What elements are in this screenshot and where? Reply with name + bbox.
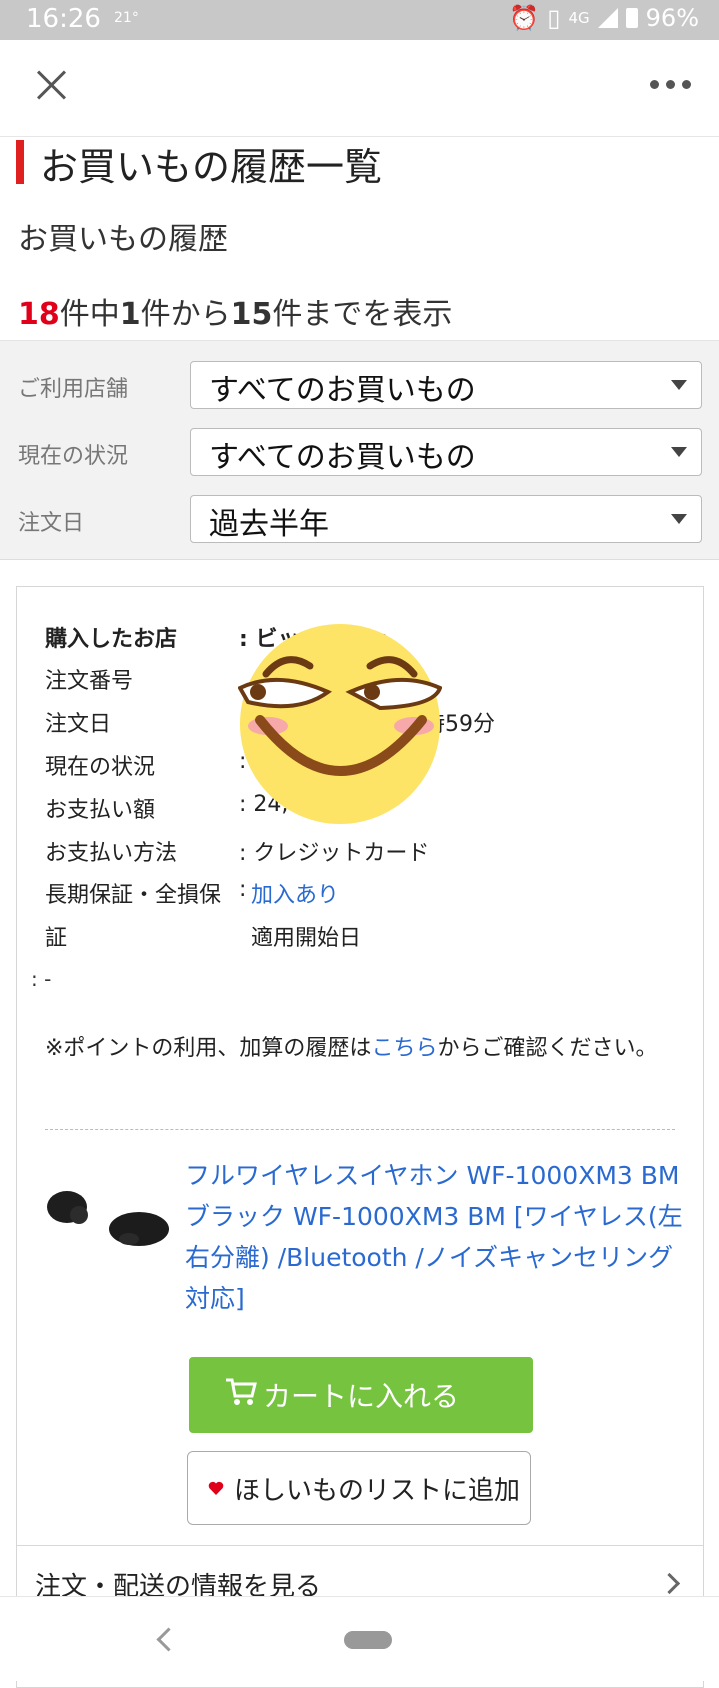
smiley-sticker bbox=[238, 624, 442, 824]
warranty-start-value: : - bbox=[31, 967, 52, 991]
filter-date-select[interactable]: 過去半年 bbox=[190, 495, 702, 543]
status-time: 16:26 bbox=[26, 4, 101, 34]
filter-date-label: 注文日 bbox=[18, 511, 85, 536]
points-history-link[interactable]: こちら bbox=[371, 1036, 437, 1061]
order-number-label: 注文番号 bbox=[45, 669, 134, 694]
warranty-colon: : bbox=[239, 877, 247, 902]
battery-level: 96% bbox=[645, 4, 699, 32]
page-title: お買いもの履歴一覧 bbox=[40, 145, 383, 189]
note-text: ※ポイントの利用、加算の履歴は bbox=[45, 1036, 372, 1061]
heart-icon bbox=[208, 1481, 224, 1495]
back-icon[interactable] bbox=[156, 1627, 181, 1652]
filter-store-row: ご利用店舗 すべてのお買いもの bbox=[0, 361, 719, 411]
alarm-icon: ⏰ bbox=[509, 4, 540, 32]
status-icons: ⏰ ▯ 4G 96% bbox=[509, 4, 699, 32]
heading-accent-bar bbox=[16, 140, 24, 184]
filter-date-value: 過去半年 bbox=[209, 507, 329, 542]
warranty-link[interactable]: 加入あり bbox=[251, 877, 339, 909]
filter-store-label: ご利用店舗 bbox=[18, 377, 129, 402]
section-title: お買いもの履歴 bbox=[18, 222, 228, 257]
vibrate-icon: ▯ bbox=[547, 4, 561, 32]
divider bbox=[45, 1129, 675, 1130]
count-from: 1 bbox=[119, 297, 141, 332]
more-options-icon[interactable] bbox=[650, 80, 691, 89]
top-nav bbox=[0, 40, 719, 137]
count-to: 15 bbox=[230, 297, 273, 332]
shop-label: 購入したお店 bbox=[45, 627, 178, 652]
filter-store-value: すべてのお買いもの bbox=[209, 373, 476, 408]
close-icon[interactable] bbox=[30, 64, 74, 108]
add-to-wishlist-label: ほしいものリストに追加 bbox=[234, 1476, 521, 1506]
order-date-label: 注文日 bbox=[45, 712, 112, 737]
network-type: 4G bbox=[568, 9, 590, 27]
page-heading: お買いもの履歴一覧 bbox=[0, 136, 719, 189]
order-status-label: 現在の状況 bbox=[45, 755, 156, 780]
dropdown-caret-icon bbox=[671, 514, 687, 524]
filter-panel: ご利用店舗 すべてのお買いもの 現在の状況 すべてのお買いもの 注文日 過去半年 bbox=[0, 340, 719, 560]
result-count: 18件中1件から15件までを表示 bbox=[18, 289, 452, 333]
product-image[interactable] bbox=[41, 1167, 181, 1267]
count-total: 18 bbox=[18, 297, 60, 332]
dropdown-caret-icon bbox=[671, 380, 687, 390]
payment-method-label: お支払い方法 bbox=[45, 841, 178, 866]
filter-status-label: 現在の状況 bbox=[18, 444, 129, 469]
payment-amount-label: お支払い額 bbox=[45, 798, 156, 823]
status-temperature: 21° bbox=[114, 10, 139, 26]
warranty-start-label: 適用開始日 bbox=[251, 926, 362, 951]
cart-icon bbox=[226, 1378, 257, 1405]
add-to-cart-button[interactable]: カートに入れる bbox=[189, 1357, 533, 1433]
system-nav-bar bbox=[0, 1596, 719, 1681]
dropdown-caret-icon bbox=[671, 447, 687, 457]
filter-status-row: 現在の状況 すべてのお買いもの bbox=[0, 428, 719, 478]
status-bar: 16:26 21° ⏰ ▯ 4G 96% bbox=[0, 0, 719, 40]
product-title-link[interactable]: フルワイヤレスイヤホン WF-1000XM3 BM ブラック WF-1000XM… bbox=[185, 1155, 685, 1319]
payment-method-value: : クレジットカード bbox=[239, 841, 430, 866]
chevron-right-icon bbox=[658, 1572, 681, 1595]
filter-date-row: 注文日 過去半年 bbox=[0, 495, 719, 545]
count-text-2: 件から bbox=[140, 297, 231, 332]
warranty-label-cont: 証 bbox=[45, 926, 68, 951]
warranty-label: 長期保証・全損保 bbox=[45, 883, 222, 908]
signal-icon bbox=[597, 8, 618, 28]
filter-store-select[interactable]: すべてのお買いもの bbox=[190, 361, 702, 409]
note-text-end: からご確認ください。 bbox=[437, 1036, 658, 1061]
count-text-1: 件中 bbox=[59, 297, 120, 332]
battery-icon bbox=[625, 8, 638, 28]
filter-status-select[interactable]: すべてのお買いもの bbox=[190, 428, 702, 476]
add-to-wishlist-button[interactable]: ほしいものリストに追加 bbox=[187, 1451, 531, 1525]
points-note: ※ポイントの利用、加算の履歴はこちらからご確認ください。 bbox=[45, 1031, 675, 1067]
home-pill-icon[interactable] bbox=[344, 1631, 392, 1649]
add-to-cart-label: カートに入れる bbox=[263, 1380, 460, 1413]
filter-status-value: すべてのお買いもの bbox=[209, 440, 476, 475]
count-text-3: 件までを表示 bbox=[272, 297, 453, 332]
